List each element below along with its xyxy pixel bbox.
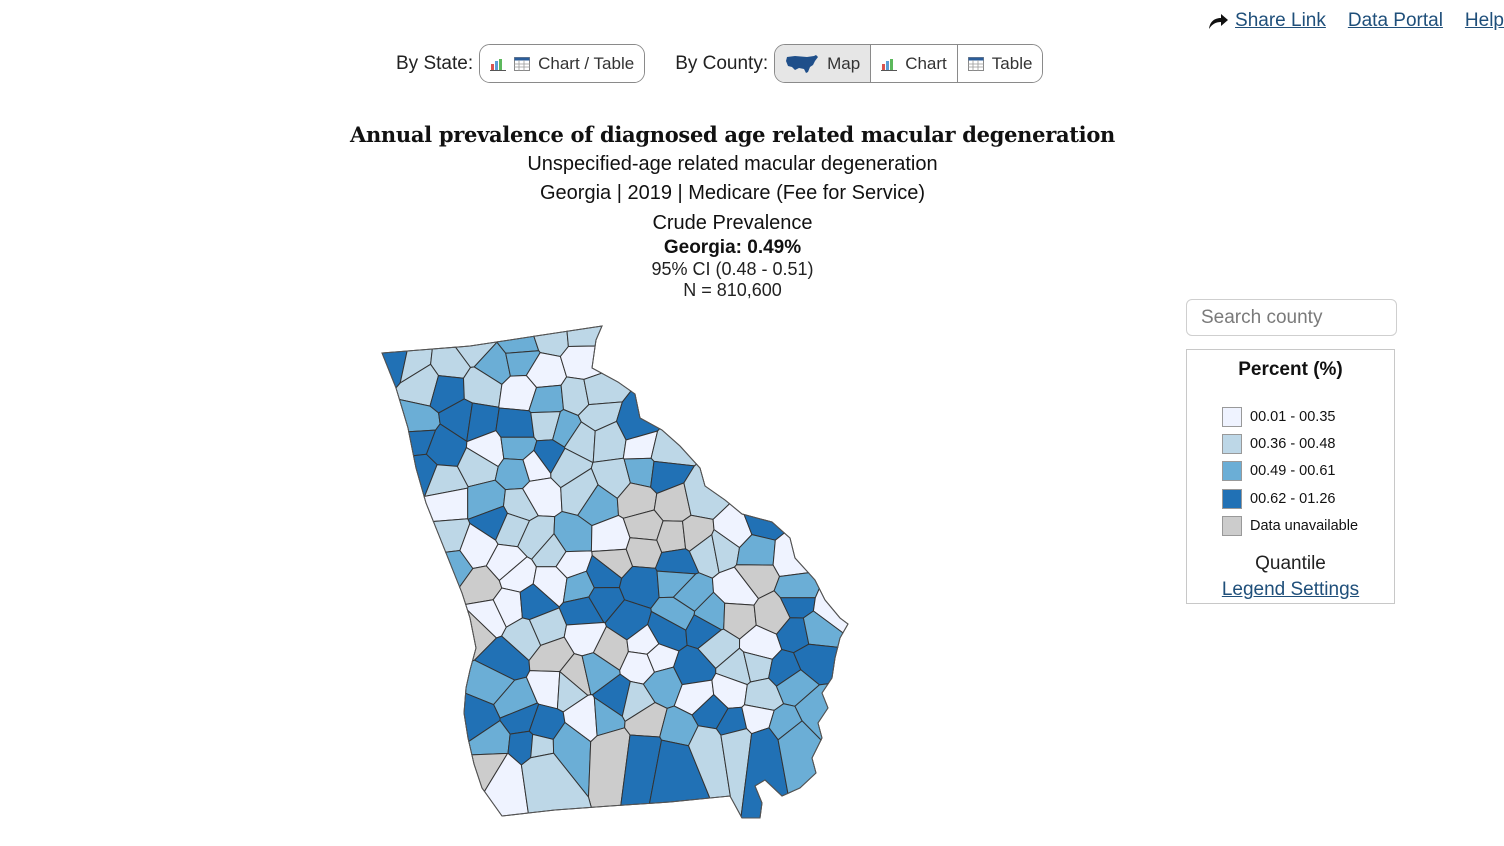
legend-swatch xyxy=(1222,433,1242,454)
legend-item: 00.62 - 01.26 xyxy=(1222,485,1394,512)
legend-swatch xyxy=(1222,461,1242,482)
county-region[interactable] xyxy=(559,345,603,380)
bar-chart-icon xyxy=(881,58,898,71)
sample-size: N = 810,600 xyxy=(683,280,782,300)
county-chart-label: Chart xyxy=(905,53,947,73)
us-map-icon xyxy=(786,54,819,73)
county-table-button[interactable]: Table xyxy=(957,45,1043,82)
county-chart-button[interactable]: Chart xyxy=(871,45,958,82)
confidence-interval: 95% CI (0.48 - 0.51) xyxy=(651,259,814,279)
legend-item: Data unavailable xyxy=(1222,512,1394,539)
share-link-label: Share Link xyxy=(1235,10,1326,31)
legend-swatch xyxy=(1222,488,1242,509)
legend-label: 00.62 - 01.26 xyxy=(1250,490,1336,507)
measure-type: Crude Prevalence xyxy=(652,212,813,234)
state-prevalence: Georgia: 0.49% xyxy=(663,237,802,258)
legend-item: 00.01 - 00.35 xyxy=(1222,403,1394,430)
location-year-source: Georgia | 2019 | Medicare (Fee for Servi… xyxy=(540,182,925,204)
help-link[interactable]: Help xyxy=(1465,10,1504,32)
legend-classification: Quantile xyxy=(1255,553,1326,575)
top-links: Share Link Data Portal Help xyxy=(1207,10,1504,32)
by-county-label: By County: xyxy=(675,52,769,74)
data-portal-link[interactable]: Data Portal xyxy=(1348,10,1443,32)
legend-swatch xyxy=(1222,406,1242,427)
legend-label: 00.01 - 00.35 xyxy=(1250,408,1336,425)
county-region[interactable] xyxy=(650,428,698,467)
by-county-button-group: Map Chart Table xyxy=(774,44,1044,83)
legend: Percent (%) 00.01 - 00.35 00.36 - 00.48 … xyxy=(1186,349,1395,604)
county-map-button[interactable]: Map xyxy=(775,45,872,82)
county-region[interactable] xyxy=(773,572,820,599)
county-region[interactable] xyxy=(625,537,663,569)
county-map-label: Map xyxy=(827,53,861,73)
state-chart-table-button[interactable]: Chart / Table xyxy=(480,45,645,82)
legend-item: 00.36 - 00.48 xyxy=(1222,430,1394,457)
share-icon xyxy=(1209,14,1229,29)
county-choropleth-map xyxy=(370,318,860,828)
by-state-button-group: Chart / Table xyxy=(479,44,646,83)
page-title: Annual prevalence of diagnosed age relat… xyxy=(349,122,1116,147)
bar-chart-icon xyxy=(490,58,507,71)
legend-item: 00.49 - 00.61 xyxy=(1222,458,1394,485)
map-header: Annual prevalence of diagnosed age relat… xyxy=(0,122,1465,301)
table-icon xyxy=(967,56,984,71)
legend-label: 00.49 - 00.61 xyxy=(1250,463,1336,480)
legend-label: Data unavailable xyxy=(1250,517,1359,534)
legend-items: 00.01 - 00.35 00.36 - 00.48 00.49 - 00.6… xyxy=(1222,403,1394,539)
table-icon xyxy=(514,56,531,71)
search-county-input[interactable] xyxy=(1186,299,1397,336)
view-controls: By State: Chart / Table By County: Map C… xyxy=(396,44,1044,83)
county-region[interactable] xyxy=(495,407,535,438)
georgia-map xyxy=(381,325,849,819)
legend-swatch xyxy=(1222,515,1242,536)
share-link[interactable]: Share Link xyxy=(1207,10,1326,32)
state-chart-table-label: Chart / Table xyxy=(538,53,635,73)
legend-title: Percent (%) xyxy=(1238,359,1343,380)
legend-settings-link[interactable]: Legend Settings xyxy=(1187,579,1394,601)
county-region[interactable] xyxy=(656,520,687,554)
legend-label: 00.36 - 00.48 xyxy=(1250,435,1336,452)
subtitle: Unspecified-age related macular degenera… xyxy=(527,153,938,175)
by-state-label: By State: xyxy=(396,52,474,74)
county-table-label: Table xyxy=(991,53,1033,73)
